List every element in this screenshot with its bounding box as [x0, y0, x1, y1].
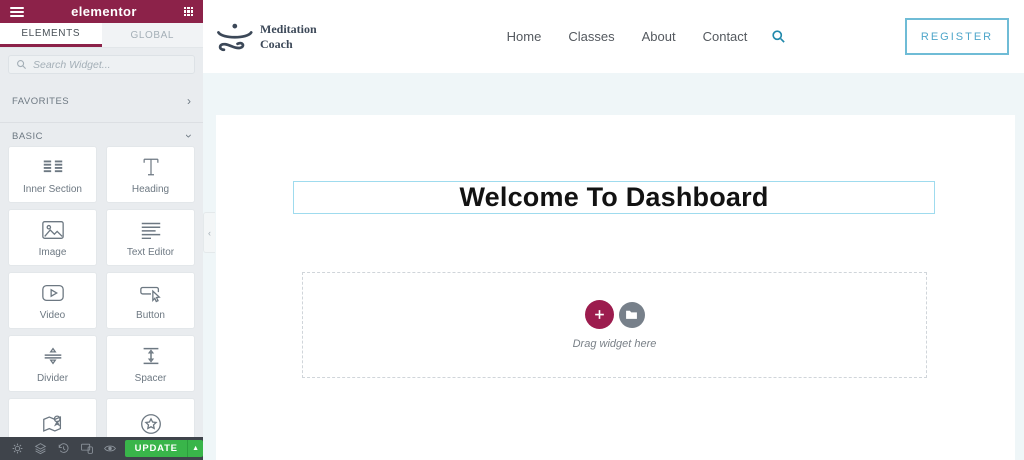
widget-label: Video [39, 309, 66, 321]
button-icon [139, 286, 161, 302]
widgets-grid: Inner Section Heading Image Text Editor … [8, 146, 195, 455]
elementor-logo: elementor [71, 4, 137, 19]
divider-icon [44, 347, 61, 364]
elementor-panel: elementor ELEMENTS GLOBAL FAVORITES › BA… [0, 0, 203, 460]
preview-stage: Meditation Coach Home Classes About Cont… [203, 0, 1024, 460]
chevron-right-icon: › [187, 94, 191, 108]
basic-label: BASIC [12, 130, 44, 142]
update-options-arrow[interactable]: ▲ [187, 440, 203, 457]
video-icon [41, 284, 64, 301]
folder-icon [626, 310, 637, 319]
widget-label: Divider [36, 372, 69, 384]
panel-collapse-handle[interactable]: › [203, 212, 215, 253]
settings-gear-icon[interactable] [9, 440, 27, 458]
preview-eye-icon[interactable] [101, 440, 119, 458]
section-favorites[interactable]: FAVORITES › [0, 90, 203, 112]
nav-contact[interactable]: Contact [703, 29, 748, 44]
widget-inner-section[interactable]: Inner Section [8, 146, 97, 203]
heading-icon [143, 158, 158, 175]
empty-section-dropzone[interactable]: Drag widget here [302, 272, 927, 378]
chevron-down-icon: › [182, 134, 196, 138]
nav-classes[interactable]: Classes [568, 29, 614, 44]
navigator-layers-icon[interactable] [32, 440, 50, 458]
widget-search[interactable] [8, 55, 195, 74]
site-header: Meditation Coach Home Classes About Cont… [203, 0, 1024, 73]
add-section-button[interactable] [584, 300, 614, 329]
nav-about[interactable]: About [642, 29, 676, 44]
site-search-icon[interactable] [771, 29, 786, 44]
responsive-mode-icon[interactable] [78, 440, 96, 458]
spacer-icon [143, 347, 158, 364]
widget-video[interactable]: Video [8, 272, 97, 329]
site-logo[interactable]: Meditation Coach [213, 21, 317, 53]
drag-widget-hint: Drag widget here [572, 338, 657, 350]
template-library-button[interactable] [618, 301, 645, 328]
widget-search-input[interactable] [33, 58, 187, 71]
widget-label: Inner Section [23, 183, 82, 195]
widget-label: Text Editor [126, 246, 175, 258]
site-nav: Home Classes About Contact [507, 29, 748, 44]
widget-image[interactable]: Image [8, 209, 97, 266]
page-heading: Welcome To Dashboard [459, 182, 769, 212]
history-icon[interactable] [55, 440, 73, 458]
widget-button[interactable]: Button [106, 272, 195, 329]
favorites-label: FAVORITES [12, 95, 70, 107]
tab-global[interactable]: GLOBAL [102, 23, 204, 47]
section-divider [0, 122, 203, 123]
widget-label: Heading [131, 183, 170, 195]
tab-elements[interactable]: ELEMENTS [0, 23, 102, 47]
widget-text-editor[interactable]: Text Editor [106, 209, 195, 266]
widget-heading[interactable]: Heading [106, 146, 195, 203]
plus-icon [594, 310, 604, 319]
nav-home[interactable]: Home [507, 29, 542, 44]
register-button[interactable]: REGISTER [905, 18, 1009, 55]
star-icon [140, 414, 161, 434]
panel-footer: UPDATE ▲ [0, 437, 203, 460]
update-button[interactable]: UPDATE [125, 440, 188, 457]
widget-label: Image [38, 246, 67, 258]
widget-label: Button [136, 309, 165, 321]
page-canvas: Welcome To Dashboard Drag widget here [216, 115, 1015, 460]
heading-element[interactable]: Welcome To Dashboard [293, 181, 935, 214]
search-icon [17, 60, 27, 70]
elementor-editor: elementor ELEMENTS GLOBAL FAVORITES › BA… [0, 0, 1024, 460]
widget-divider[interactable]: Divider [8, 335, 97, 392]
section-basic[interactable]: BASIC › [0, 125, 203, 147]
panel-header: elementor [0, 0, 203, 23]
map-icon [42, 415, 61, 432]
text-editor-icon [141, 222, 160, 239]
site-logo-text: Meditation Coach [260, 22, 317, 51]
meditation-logo-icon [217, 23, 253, 51]
search-area [0, 48, 203, 82]
menu-icon[interactable] [10, 6, 24, 17]
image-icon [41, 220, 64, 239]
widget-spacer[interactable]: Spacer [106, 335, 195, 392]
panel-tabs: ELEMENTS GLOBAL [0, 23, 203, 48]
apps-grid-icon[interactable] [184, 7, 193, 16]
inner-section-icon [43, 160, 62, 172]
widget-label: Spacer [134, 372, 167, 384]
